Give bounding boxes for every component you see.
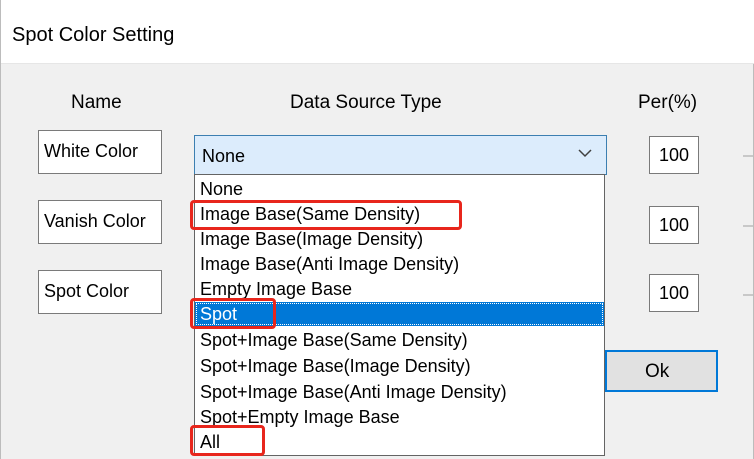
spot-color-setting-dialog: Spot Color Setting Name Data Source Type…	[0, 0, 754, 459]
combobox-selected-value: None	[202, 146, 246, 166]
per-column-header: Per(%)	[638, 92, 698, 113]
white-color-name-field[interactable]: White Color	[38, 130, 162, 174]
chevron-down-icon[interactable]	[578, 148, 592, 158]
name-column-header: Name	[71, 92, 122, 113]
dropdown-option-none[interactable]: None	[195, 177, 604, 201]
spot-color-name-field[interactable]: Spot Color	[38, 270, 162, 314]
dropdown-option-spot-image-base-anti-image-density[interactable]: Spot+Image Base(Anti Image Density)	[195, 380, 604, 404]
data-source-type-column-header: Data Source Type	[290, 92, 442, 113]
vanish-color-per-field[interactable]: 100	[649, 206, 699, 244]
dropdown-option-spot[interactable]: Spot	[195, 302, 604, 326]
dropdown-option-image-base-same-density[interactable]: Image Base(Same Density)	[195, 202, 604, 226]
dropdown-option-spot-image-base-same-density[interactable]: Spot+Image Base(Same Density)	[195, 328, 604, 352]
spot-color-per-field[interactable]: 100	[649, 274, 699, 312]
dropdown-option-all[interactable]: All	[195, 430, 604, 454]
dialog-title: Spot Color Setting	[12, 24, 175, 46]
dropdown-option-image-base-image-density[interactable]: Image Base(Image Density)	[195, 227, 604, 251]
ok-button-label: Ok	[645, 361, 670, 382]
dropdown-option-spot-empty-image-base[interactable]: Spot+Empty Image Base	[195, 405, 604, 429]
white-color-row-trailing-control	[743, 155, 753, 157]
dropdown-option-spot-image-base-image-density[interactable]: Spot+Image Base(Image Density)	[195, 354, 604, 378]
title-bar: Spot Color Setting	[1, 0, 754, 64]
data-source-type-dropdown-list[interactable]: None Image Base(Same Density) Image Base…	[194, 174, 605, 456]
data-source-type-combobox[interactable]: None	[194, 135, 607, 175]
ok-button[interactable]: Ok	[605, 350, 718, 392]
vanish-color-name-field[interactable]: Vanish Color	[38, 200, 162, 244]
vanish-color-row-trailing-control	[743, 225, 753, 227]
dropdown-option-empty-image-base[interactable]: Empty Image Base	[195, 277, 604, 301]
white-color-per-field[interactable]: 100	[649, 136, 699, 174]
dropdown-option-image-base-anti-image-density[interactable]: Image Base(Anti Image Density)	[195, 252, 604, 276]
spot-color-row-trailing-control	[743, 294, 753, 296]
